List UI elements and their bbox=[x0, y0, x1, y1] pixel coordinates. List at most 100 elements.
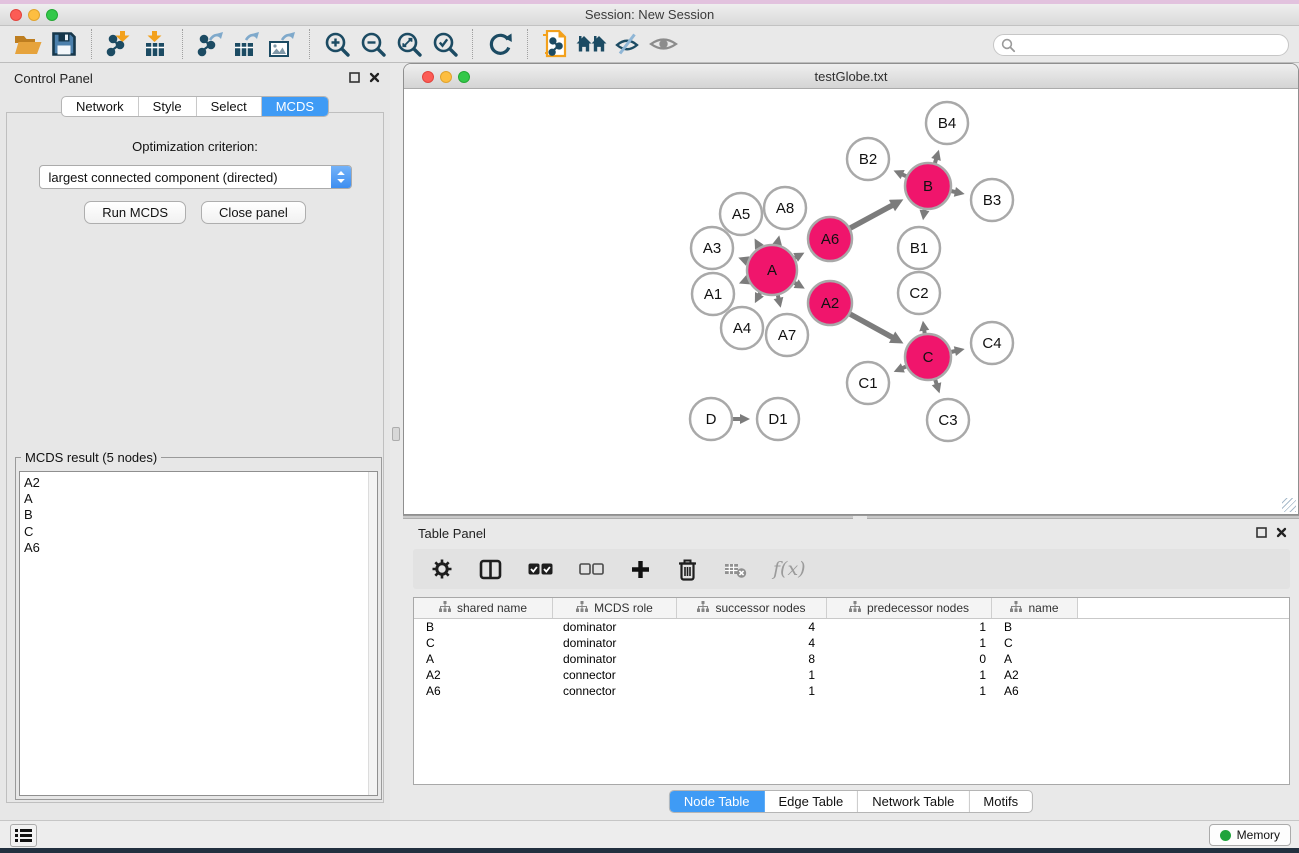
zoom-selected-button[interactable] bbox=[427, 28, 463, 60]
run-mcds-button[interactable]: Run MCDS bbox=[84, 201, 186, 224]
export-network-button[interactable] bbox=[192, 28, 228, 60]
tab-mcds[interactable]: MCDS bbox=[262, 97, 328, 116]
import-table-button[interactable] bbox=[137, 28, 173, 60]
result-list-item[interactable]: A bbox=[24, 491, 368, 507]
graph-node-B3[interactable]: B3 bbox=[971, 179, 1013, 221]
delete-column-button[interactable] bbox=[677, 558, 698, 581]
function-builder-button[interactable]: f(x) bbox=[773, 558, 806, 580]
graph-node-A[interactable]: A bbox=[747, 245, 797, 295]
resize-grip[interactable] bbox=[1282, 498, 1296, 512]
graph-node-B4[interactable]: B4 bbox=[926, 102, 968, 144]
minimize-network-button[interactable] bbox=[440, 71, 452, 83]
graph-node-A1[interactable]: A1 bbox=[692, 273, 734, 315]
table-row[interactable]: Cdominator41C bbox=[414, 635, 1289, 651]
zoom-in-button[interactable] bbox=[319, 28, 355, 60]
maximize-network-button[interactable] bbox=[458, 71, 470, 83]
graph-node-A8[interactable]: A8 bbox=[764, 187, 806, 229]
table-cell[interactable]: 4 bbox=[677, 636, 827, 650]
table-cell[interactable]: 4 bbox=[677, 620, 827, 634]
close-table-panel-icon[interactable] bbox=[1276, 527, 1287, 538]
table-cell[interactable]: C bbox=[414, 636, 553, 650]
table-cell[interactable]: 8 bbox=[677, 652, 827, 666]
refresh-network-button[interactable] bbox=[482, 28, 518, 60]
close-panel-icon[interactable] bbox=[369, 72, 380, 83]
dropdown-stepper[interactable] bbox=[331, 166, 351, 188]
graph-node-A4[interactable]: A4 bbox=[721, 307, 763, 349]
splitter-handle[interactable] bbox=[392, 427, 400, 441]
edge-A6-B[interactable] bbox=[850, 205, 893, 229]
close-network-button[interactable] bbox=[422, 71, 434, 83]
table-cell[interactable]: 1 bbox=[827, 668, 992, 682]
graph-node-C1[interactable]: C1 bbox=[847, 362, 889, 404]
memory-button[interactable]: Memory bbox=[1209, 824, 1291, 846]
table-cell[interactable]: dominator bbox=[553, 636, 677, 650]
deselect-all-button[interactable] bbox=[579, 563, 604, 576]
tab-edge-table[interactable]: Edge Table bbox=[764, 791, 858, 812]
table-row[interactable]: A6connector11A6 bbox=[414, 683, 1289, 699]
table-cell[interactable]: connector bbox=[553, 684, 677, 698]
show-column-button[interactable] bbox=[479, 559, 502, 580]
home-view-button[interactable] bbox=[573, 28, 609, 60]
close-panel-button[interactable]: Close panel bbox=[201, 201, 306, 224]
table-settings-button[interactable] bbox=[431, 558, 453, 580]
result-list-item[interactable]: C bbox=[24, 524, 368, 540]
column-header-successor-nodes[interactable]: successor nodes bbox=[677, 598, 827, 618]
graph-node-A2[interactable]: A2 bbox=[808, 281, 852, 325]
graph-node-A7[interactable]: A7 bbox=[766, 314, 808, 356]
table-row[interactable]: Bdominator41B bbox=[414, 619, 1289, 635]
result-list-scrollbar[interactable] bbox=[368, 472, 377, 795]
tab-network-table[interactable]: Network Table bbox=[858, 791, 969, 812]
network-window-titlebar[interactable]: testGlobe.txt bbox=[404, 64, 1298, 89]
table-cell[interactable]: dominator bbox=[553, 652, 677, 666]
graph-node-A5[interactable]: A5 bbox=[720, 193, 762, 235]
table-cell[interactable]: 1 bbox=[827, 684, 992, 698]
float-panel-icon[interactable] bbox=[349, 72, 360, 83]
save-session-button[interactable] bbox=[46, 28, 82, 60]
table-cell[interactable]: 0 bbox=[827, 652, 992, 666]
table-cell[interactable]: C bbox=[992, 636, 1078, 650]
criterion-dropdown[interactable]: largest connected component (directed) bbox=[39, 165, 352, 189]
table-cell[interactable]: A2 bbox=[992, 668, 1078, 682]
table-cell[interactable]: 1 bbox=[827, 636, 992, 650]
task-history-button[interactable] bbox=[10, 824, 37, 847]
tab-select[interactable]: Select bbox=[197, 97, 262, 116]
import-network-button[interactable] bbox=[101, 28, 137, 60]
graph-node-D[interactable]: D bbox=[690, 398, 732, 440]
delete-table-button[interactable] bbox=[724, 560, 747, 579]
hide-panels-button[interactable] bbox=[609, 28, 645, 60]
table-cell[interactable]: B bbox=[992, 620, 1078, 634]
table-cell[interactable]: A bbox=[992, 652, 1078, 666]
graph-node-D1[interactable]: D1 bbox=[757, 398, 799, 440]
network-graph[interactable]: AA1A2A3A4A5A6A7A8BB1B2B3B4CC1C2C3C4DD1 bbox=[404, 90, 1298, 515]
column-header-name[interactable]: name bbox=[992, 598, 1078, 618]
graph-node-C2[interactable]: C2 bbox=[898, 272, 940, 314]
panel-splitter[interactable] bbox=[390, 63, 403, 820]
result-list-item[interactable]: A6 bbox=[24, 540, 368, 556]
open-session-button[interactable] bbox=[10, 28, 46, 60]
result-list-item[interactable]: B bbox=[24, 507, 368, 523]
minimize-window-button[interactable] bbox=[28, 9, 40, 21]
edge-A2-C[interactable] bbox=[850, 314, 894, 338]
column-header-predecessor-nodes[interactable]: predecessor nodes bbox=[827, 598, 992, 618]
column-header-mcds-role[interactable]: MCDS role bbox=[553, 598, 677, 618]
tab-motifs[interactable]: Motifs bbox=[969, 791, 1032, 812]
table-cell[interactable]: 1 bbox=[827, 620, 992, 634]
column-header-shared-name[interactable]: shared name bbox=[414, 598, 553, 618]
graph-node-B[interactable]: B bbox=[905, 163, 951, 209]
table-cell[interactable]: A6 bbox=[414, 684, 553, 698]
table-cell[interactable]: dominator bbox=[553, 620, 677, 634]
result-list-item[interactable]: A2 bbox=[24, 475, 368, 491]
add-column-button[interactable] bbox=[630, 559, 651, 580]
tab-network[interactable]: Network bbox=[62, 97, 139, 116]
table-cell[interactable]: A6 bbox=[992, 684, 1078, 698]
tab-node-table[interactable]: Node Table bbox=[670, 791, 765, 812]
graph-node-C4[interactable]: C4 bbox=[971, 322, 1013, 364]
export-image-button[interactable] bbox=[264, 28, 300, 60]
graph-node-A6[interactable]: A6 bbox=[808, 217, 852, 261]
new-network-button[interactable] bbox=[537, 28, 573, 60]
select-all-button[interactable] bbox=[528, 563, 553, 576]
maximize-window-button[interactable] bbox=[46, 9, 58, 21]
show-panels-button[interactable] bbox=[645, 28, 681, 60]
table-row[interactable]: Adominator80A bbox=[414, 651, 1289, 667]
zoom-out-button[interactable] bbox=[355, 28, 391, 60]
